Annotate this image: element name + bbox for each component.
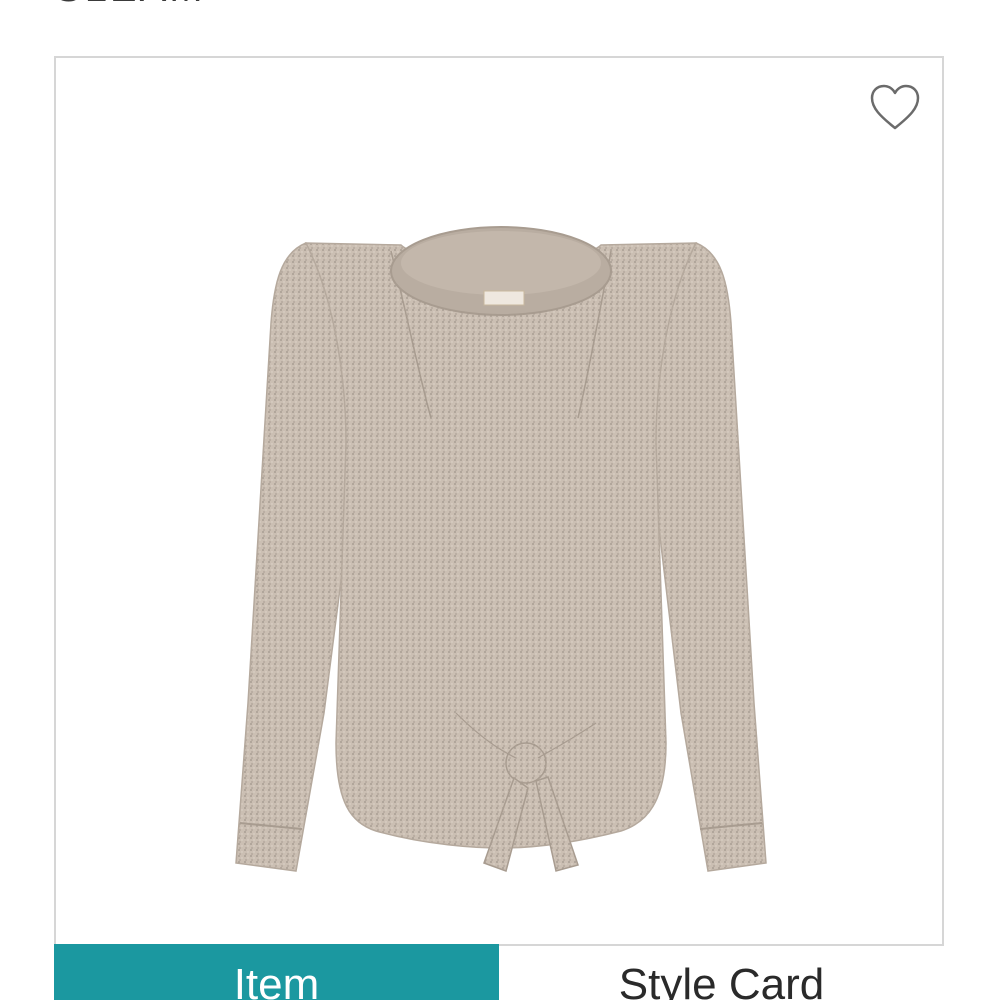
heart-outline-icon — [870, 84, 920, 130]
tab-style-card[interactable]: Style Card — [499, 944, 944, 1000]
product-detail-page: SLEAM — [0, 0, 1000, 1000]
favorite-button[interactable] — [870, 84, 920, 132]
detail-tabs: Item Style Card — [54, 944, 944, 1000]
product-card: Item Style Card — [54, 56, 944, 1000]
product-image[interactable] — [226, 183, 776, 883]
page-title: SLEAM — [55, 0, 206, 11]
sweater-illustration — [235, 226, 767, 872]
tab-item[interactable]: Item — [54, 944, 499, 1000]
